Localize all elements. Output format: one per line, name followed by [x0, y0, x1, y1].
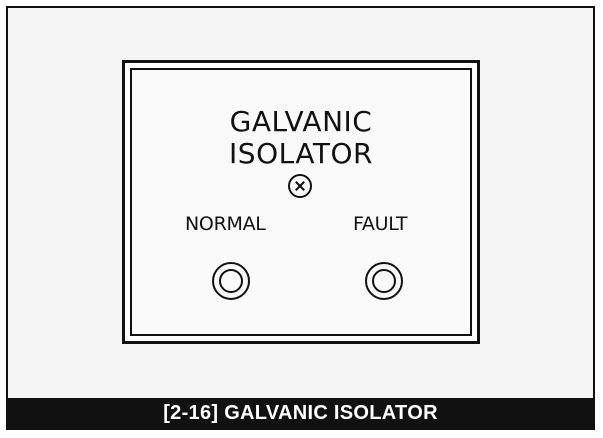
normal-indicator-label: NORMAL — [185, 213, 266, 235]
fault-indicator-lamp-icon — [365, 262, 403, 300]
figure-frame: GALVANIC ISOLATOR NORMAL FAULT [2-16] GA… — [6, 6, 595, 430]
normal-indicator-lamp-icon — [212, 262, 250, 300]
panel-title-line-1: GALVANIC — [229, 105, 373, 138]
fault-indicator-label: FAULT — [353, 213, 408, 235]
isolator-panel: GALVANIC ISOLATOR NORMAL FAULT — [122, 60, 480, 344]
figure-caption: [2-16] GALVANIC ISOLATOR — [8, 398, 593, 428]
isolator-panel-face: GALVANIC ISOLATOR NORMAL FAULT — [130, 68, 472, 336]
panel-title-line-2: ISOLATOR — [229, 137, 373, 170]
screw-head-icon — [288, 174, 312, 198]
